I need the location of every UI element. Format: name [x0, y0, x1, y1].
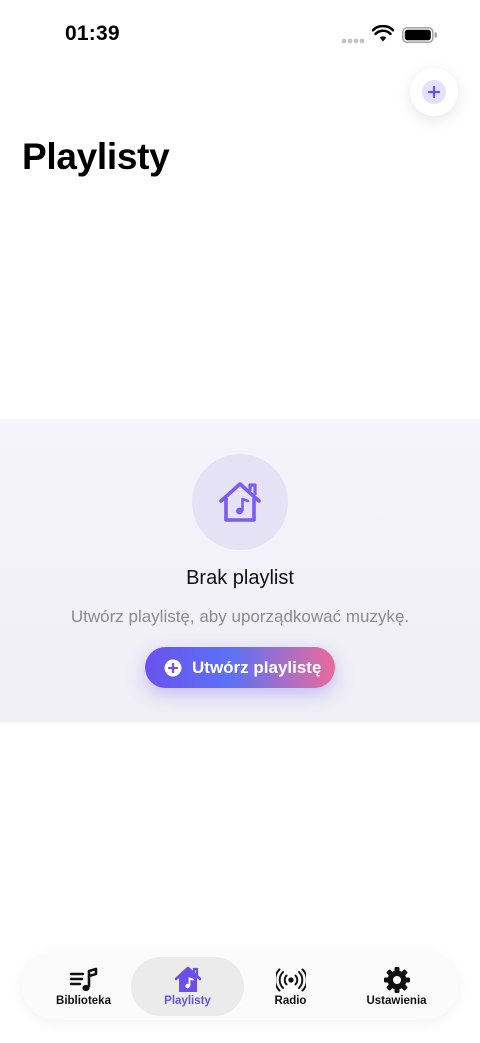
battery-icon — [402, 27, 437, 43]
cellular-signal-icon — [341, 38, 365, 44]
house-music-icon — [219, 482, 261, 522]
create-playlist-button[interactable]: Utwórz playlistę — [145, 647, 335, 688]
page-title: Playlisty — [22, 136, 170, 177]
house-music-icon — [174, 966, 201, 992]
status-time: 01:39 — [65, 22, 120, 45]
tab-radio[interactable]: Radio — [234, 957, 347, 1016]
empty-state-panel: Brak playlist Utwórz playlistę, aby upor… — [0, 419, 480, 722]
tab-label: Playlisty — [164, 995, 211, 1007]
create-playlist-label: Utwórz playlistę — [192, 657, 322, 677]
plus-icon — [422, 80, 446, 104]
tab-label: Biblioteka — [56, 995, 111, 1007]
gear-icon — [383, 967, 410, 993]
tab-label: Radio — [274, 995, 307, 1007]
empty-state-icon-circle — [192, 454, 288, 550]
tab-label: Ustawienia — [366, 995, 427, 1007]
empty-state-title: Brak playlist — [186, 567, 294, 589]
radio-waves-icon — [275, 968, 306, 992]
tab-ustawienia[interactable]: Ustawienia — [340, 957, 453, 1016]
tab-bar: Biblioteka Playlisty Radio Ustawienia — [22, 953, 458, 1020]
add-playlist-button[interactable] — [410, 68, 458, 116]
wifi-icon — [372, 25, 394, 42]
empty-state-subtitle: Utwórz playlistę, aby uporządkować muzyk… — [70, 607, 410, 626]
plus-circle-icon — [164, 659, 182, 676]
tab-biblioteka[interactable]: Biblioteka — [27, 957, 140, 1016]
status-bar: 01:39 — [0, 0, 480, 70]
music-list-icon — [69, 967, 97, 992]
tab-playlisty[interactable]: Playlisty — [131, 957, 244, 1016]
